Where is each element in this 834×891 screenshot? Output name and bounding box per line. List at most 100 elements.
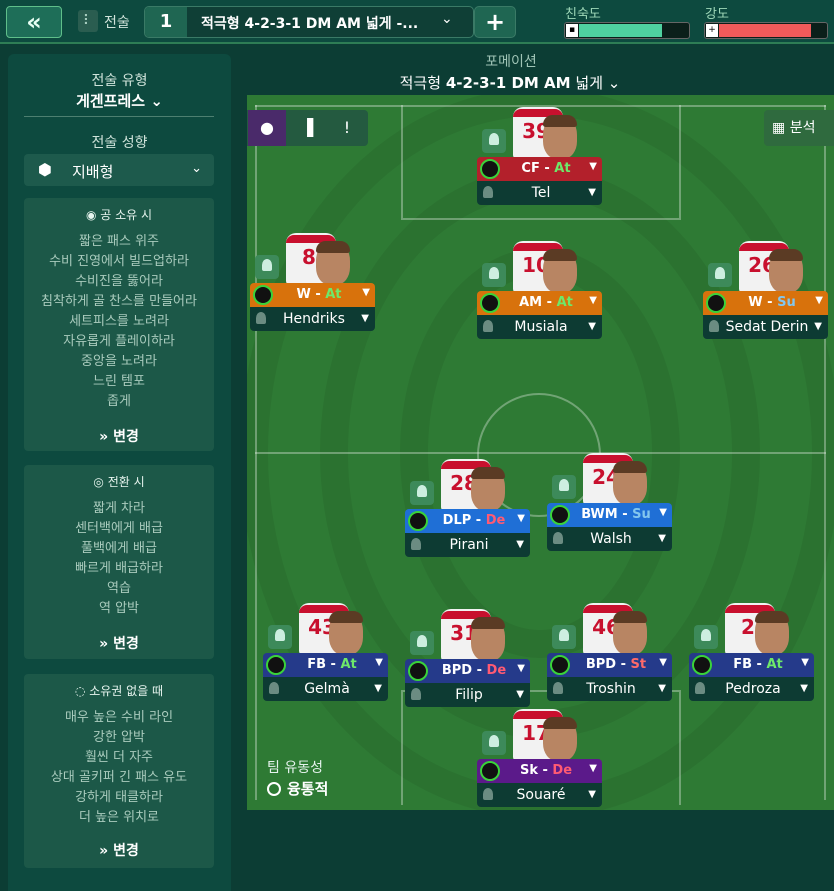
role-selector[interactable]: BPD - De ▼ <box>405 659 530 683</box>
player-name-selector[interactable]: Musiala ▼ <box>477 315 602 339</box>
player-face <box>329 611 363 655</box>
player-card[interactable]: 28 DLP - De ▼ Pirani ▼ <box>405 459 530 569</box>
style-dropdown[interactable]: 게겐프레스 ⌄ <box>8 90 231 111</box>
player-name-selector[interactable]: Sedat Derin ▼ <box>703 315 828 339</box>
instruction-item: 수비진을 뚫어라 <box>75 274 163 289</box>
player-name-selector[interactable]: Walsh ▼ <box>547 527 672 551</box>
role-wheel-icon <box>550 505 570 525</box>
player-pin-icon[interactable] <box>482 731 506 755</box>
player-name-selector[interactable]: Souaré ▼ <box>477 783 602 807</box>
player-pin-icon[interactable] <box>482 129 506 153</box>
player-card[interactable]: 8W - At ▼ Hendriks ▼ <box>250 233 375 343</box>
player-pin-icon[interactable] <box>694 625 718 649</box>
intensity-label: 강도 <box>705 7 729 22</box>
player-pin-icon[interactable] <box>410 631 434 655</box>
role-text: CF - At <box>521 161 571 176</box>
in-possession-change-button[interactable]: » 변경 <box>24 426 214 446</box>
player-card[interactable]: 46 BPD - St ▼ Troshin ▼ <box>547 603 672 713</box>
formation-suffix: 넓게 <box>575 74 603 92</box>
role-selector[interactable]: FB - At ▼ <box>689 653 814 677</box>
player-pin-icon[interactable] <box>268 625 292 649</box>
chevron-down-icon: ⌄ <box>607 74 621 92</box>
role-selector[interactable]: Sk - De ▼ <box>477 759 602 783</box>
in-transition-change-button[interactable]: » 변경 <box>24 633 214 653</box>
analysis-button[interactable]: ▦ 분석 <box>764 110 834 146</box>
player-name-selector[interactable]: Troshin ▼ <box>547 677 672 701</box>
role-text: FB - At <box>307 657 357 672</box>
instruction-item: 자유롭게 플레이하라 <box>63 334 175 349</box>
player-face <box>613 611 647 655</box>
intensity-fill <box>719 24 811 37</box>
instruction-item: 짧은 패스 위주 <box>78 234 160 249</box>
chevron-down-icon: ▼ <box>814 321 822 332</box>
person-icon <box>709 320 719 332</box>
player-name-selector[interactable]: Gelmà ▼ <box>263 677 388 701</box>
player-card[interactable]: 2 FB - At ▼ Pedroza ▼ <box>689 603 814 713</box>
instruction-item: 역습 <box>107 581 131 596</box>
player-pin-icon[interactable] <box>552 625 576 649</box>
player-card[interactable]: 43 FB - At ▼ Gelmà ▼ <box>263 603 388 713</box>
tactic-icon: ⠇ <box>78 10 98 32</box>
player-card[interactable]: 26 W - Su ▼ Sedat Derin ▼ <box>703 241 828 351</box>
instruction-item: 역 압박 <box>98 601 139 616</box>
role-selector[interactable]: DLP - De ▼ <box>405 509 530 533</box>
chevron-down-icon: ▼ <box>588 321 596 332</box>
player-card[interactable]: 10 AM - At ▼ Musiala ▼ <box>477 241 602 351</box>
style-value: 게겐프레스 <box>76 92 146 110</box>
formation-dropdown[interactable]: 적극형 4-2-3-1 DM AM 넓게 ⌄ <box>360 72 660 93</box>
instruction-item: 짧게 차라 <box>93 501 145 516</box>
tactics-sidebar: 전술 유형 게겐프레스 ⌄ 전술 성향 ⬢ 지배형 ⌄ ◉ 공 소유 시 짧은 … <box>8 54 231 891</box>
out-of-possession-change-button[interactable]: » 변경 <box>24 840 214 860</box>
player-card[interactable]: 24 BWM - Su ▼ Walsh ▼ <box>547 453 672 563</box>
alert-icon[interactable]: ! <box>328 110 366 146</box>
person-icon[interactable]: ● <box>248 110 286 146</box>
player-pin-icon[interactable] <box>410 481 434 505</box>
person-icon <box>411 538 421 550</box>
role-wheel-icon <box>480 159 500 179</box>
role-selector[interactable]: CF - At ▼ <box>477 157 602 181</box>
player-card[interactable]: 17 Sk - De ▼ Souaré ▼ <box>477 709 602 810</box>
fluidity-value[interactable]: 융통적 <box>267 778 328 799</box>
player-face <box>316 241 350 285</box>
familiarity-meter[interactable]: ▪ <box>564 22 690 39</box>
tactic-selector[interactable]: 1 적극형 4-2-3-1 DM AM 넓게 -... ⌄ <box>144 6 474 38</box>
role-selector[interactable]: AM - At ▼ <box>477 291 602 315</box>
target-icon <box>267 782 281 796</box>
player-pin-icon[interactable] <box>552 475 576 499</box>
player-name-selector[interactable]: Pedroza ▼ <box>689 677 814 701</box>
person-icon <box>411 688 421 700</box>
add-tactic-button[interactable]: + <box>474 6 516 38</box>
player-pin-icon[interactable] <box>708 263 732 287</box>
player-card[interactable]: 39 CF - At ▼ Tel ▼ <box>477 107 602 217</box>
player-name-selector[interactable]: Pirani ▼ <box>405 533 530 557</box>
back-button[interactable]: « <box>6 6 62 38</box>
player-card[interactable]: 31 BPD - De ▼ Filip ▼ <box>405 609 530 719</box>
role-wheel-icon <box>692 655 712 675</box>
grid-icon: ▦ <box>772 120 786 136</box>
player-name-selector[interactable]: Filip ▼ <box>405 683 530 707</box>
chevron-down-icon: ▼ <box>516 689 524 700</box>
player-name-selector[interactable]: Tel ▼ <box>477 181 602 205</box>
role-text: FB - At <box>733 657 783 672</box>
instruction-item: 침착하게 골 찬스를 만들어라 <box>41 294 197 309</box>
player-name: Gelmà <box>304 681 350 697</box>
role-selector[interactable]: W - At ▼ <box>250 283 375 307</box>
player-name-selector[interactable]: Hendriks ▼ <box>250 307 375 331</box>
intensity-meter[interactable]: + <box>704 22 828 39</box>
instruction-item: 센터백에게 배급 <box>75 521 163 536</box>
in-possession-list: 짧은 패스 위주 수비 진영에서 빌드업하라 수비진을 뚫어라 침착하게 골 찬스를 … <box>24 232 214 412</box>
mentality-dropdown[interactable]: ⬢ 지배형 ⌄ <box>24 154 214 186</box>
chevron-down-icon: ▼ <box>361 313 369 324</box>
role-selector[interactable]: BPD - St ▼ <box>547 653 672 677</box>
player-name: Troshin <box>586 681 636 697</box>
role-selector[interactable]: BWM - Su ▼ <box>547 503 672 527</box>
bar-chart-icon[interactable]: ▐ <box>288 110 326 146</box>
player-pin-icon[interactable] <box>482 263 506 287</box>
player-pin-icon[interactable] <box>255 255 279 279</box>
role-selector[interactable]: FB - At ▼ <box>263 653 388 677</box>
familiarity-label: 친숙도 <box>565 7 601 22</box>
role-selector[interactable]: W - Su ▼ <box>703 291 828 315</box>
instruction-item: 매우 높은 수비 라인 <box>64 710 174 725</box>
chevron-down-icon: ▼ <box>517 663 525 674</box>
instruction-item: 느린 템포 <box>93 374 145 389</box>
